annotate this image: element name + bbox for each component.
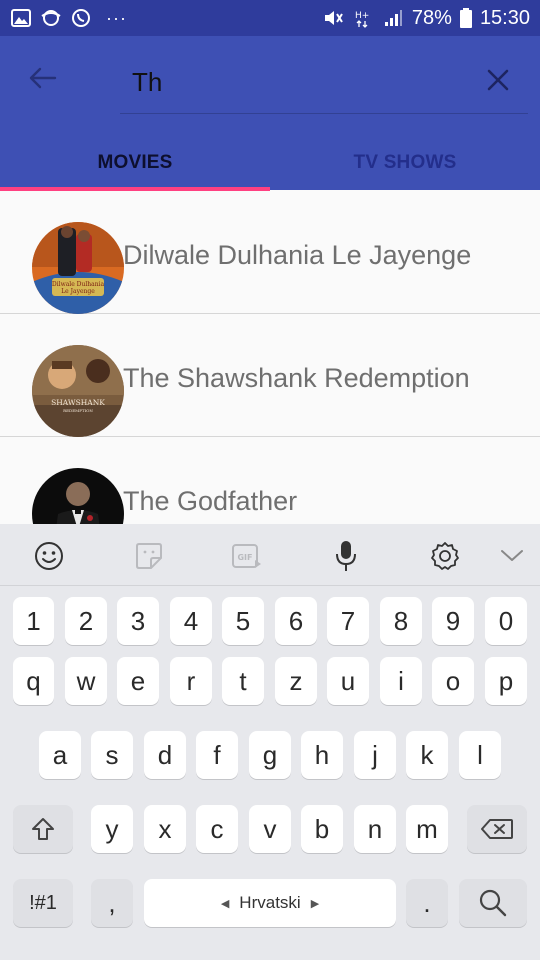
result-item-dilwale-dulhania-le-jayenge[interactable]: Dilwale Dulhania Le Jayenge Dilwale Dulh… [0,192,540,314]
key-n[interactable]: n [354,805,396,853]
backspace-icon [481,819,513,839]
sticker-icon[interactable] [129,536,169,576]
poster-title-text: REDEMPTION [63,408,93,413]
sync-icon [40,7,62,29]
poster-title-text: Dilwale Dulhania [52,281,105,288]
key-l[interactable]: l [459,731,501,779]
shift-icon [32,818,54,840]
key-s[interactable]: s [91,731,133,779]
key-u[interactable]: u [327,657,369,705]
key-3[interactable]: 3 [117,597,159,645]
poster-title-text: Le Jayenge [61,288,95,295]
more-notifications: ··· [106,7,127,28]
clock: 15:30 [479,6,530,29]
space-language-label: Hrvatski [239,893,301,912]
key-f[interactable]: f [196,731,238,779]
key-w[interactable]: w [65,657,107,705]
svg-text:GIF: GIF [237,553,252,562]
movie-poster-thumbnail [32,468,124,524]
tab-movies[interactable]: MOVIES [0,136,270,190]
key-o[interactable]: o [432,657,474,705]
battery-percent: 78% [411,6,452,29]
comma-key[interactable]: , [91,879,133,927]
space-key[interactable]: ◀ Hrvatski ▶ [144,879,396,927]
language-prev-icon: ◀ [220,897,230,910]
tab-bar: MOVIES TV SHOWS [0,136,540,190]
key-h[interactable]: h [301,731,343,779]
movie-title: Dilwale Dulhania Le Jayenge [123,240,472,270]
key-y[interactable]: y [91,805,133,853]
soft-keyboard: GIF 1 2 3 4 5 6 7 8 9 0 q w e r t z u i … [0,524,540,960]
symbols-key[interactable]: !#1 [13,879,73,927]
key-x[interactable]: x [144,805,186,853]
gif-icon[interactable]: GIF [227,536,267,576]
key-r[interactable]: r [170,657,212,705]
movie-title: The Shawshank Redemption [123,363,470,393]
collapse-icon[interactable] [492,536,532,576]
key-a[interactable]: a [39,731,81,779]
key-k[interactable]: k [406,731,448,779]
key-g[interactable]: g [249,731,291,779]
result-item-the-godfather[interactable]: The Godfather [0,438,540,524]
key-t[interactable]: t [222,657,264,705]
microphone-icon[interactable] [326,536,366,576]
back-button[interactable] [22,60,62,96]
image-icon [10,7,32,29]
key-7[interactable]: 7 [327,597,369,645]
key-v[interactable]: v [249,805,291,853]
search-app-bar: MOVIES TV SHOWS [0,36,540,191]
signal-icon [382,7,404,29]
whatsapp-icon [70,7,92,29]
key-z[interactable]: z [275,657,317,705]
key-b[interactable]: b [301,805,343,853]
key-m[interactable]: m [406,805,448,853]
movie-title: The Godfather [123,486,298,516]
key-2[interactable]: 2 [65,597,107,645]
movie-poster-thumbnail: SHAWSHANK REDEMPTION [32,345,124,437]
arrow-back-icon [29,67,57,89]
data-hplus-icon: H+ [352,7,374,29]
tab-indicator [0,187,270,191]
search-input[interactable] [132,62,462,102]
key-e[interactable]: e [117,657,159,705]
key-0[interactable]: 0 [485,597,527,645]
keyboard-toolbar: GIF [0,524,540,586]
key-5[interactable]: 5 [222,597,264,645]
result-item-the-shawshank-redemption[interactable]: SHAWSHANK REDEMPTION The Shawshank Redem… [0,315,540,437]
key-6[interactable]: 6 [275,597,317,645]
key-c[interactable]: c [196,805,238,853]
key-j[interactable]: j [354,731,396,779]
key-p[interactable]: p [485,657,527,705]
battery-icon [459,7,472,29]
key-4[interactable]: 4 [170,597,212,645]
key-1[interactable]: 1 [13,597,54,645]
period-key[interactable]: . [406,879,448,927]
movie-poster-thumbnail: Dilwale Dulhania Le Jayenge [32,222,124,314]
status-bar: ··· H+ 78% 15:30 [0,0,540,36]
search-field [120,56,528,114]
close-icon [487,69,509,91]
key-i[interactable]: i [380,657,422,705]
search-icon [479,889,507,917]
search-results-list[interactable]: Dilwale Dulhania Le Jayenge Dilwale Dulh… [0,192,540,524]
svg-text:H+: H+ [355,11,369,21]
language-next-icon: ▶ [310,897,320,910]
search-key[interactable] [459,879,527,927]
clear-search-button[interactable] [478,60,518,100]
tab-tv-shows[interactable]: TV SHOWS [270,136,540,190]
backspace-key[interactable] [467,805,527,853]
shift-key[interactable] [13,805,73,853]
key-8[interactable]: 8 [380,597,422,645]
mute-icon [322,7,344,29]
settings-icon[interactable] [425,536,465,576]
poster-title-text: SHAWSHANK [51,398,105,407]
key-d[interactable]: d [144,731,186,779]
key-q[interactable]: q [13,657,54,705]
key-9[interactable]: 9 [432,597,474,645]
emoji-icon[interactable] [29,536,69,576]
